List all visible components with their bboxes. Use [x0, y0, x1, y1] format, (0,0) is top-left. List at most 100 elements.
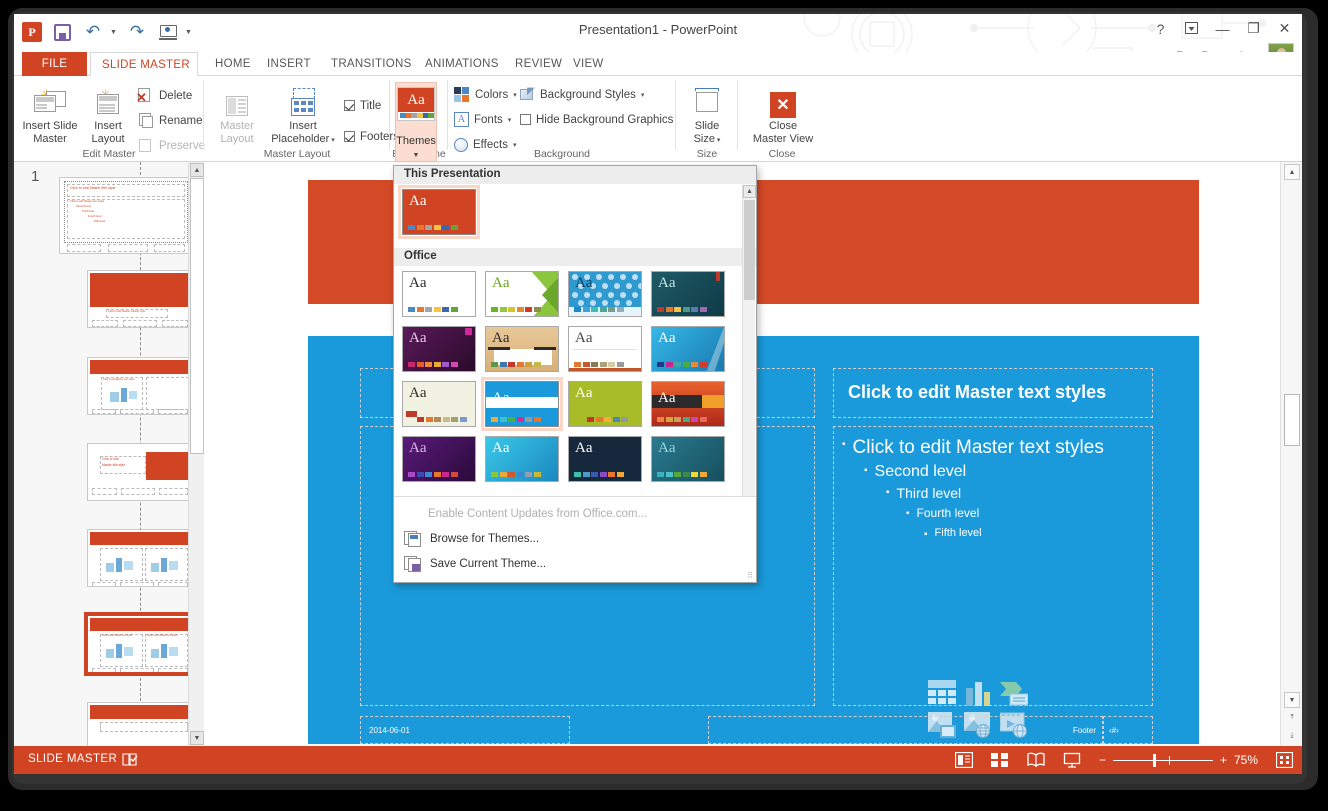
theme-thumb-wisp[interactable]: Aa — [651, 271, 725, 317]
zoom-slider[interactable] — [1112, 753, 1213, 767]
theme-thumb-current[interactable]: Aa — [398, 185, 480, 239]
customize-quick-access-toolbar-icon[interactable]: ▼ — [185, 29, 192, 36]
scroll-up-button[interactable]: ▲ — [1284, 164, 1300, 180]
theme-thumb-mesh[interactable]: Aa — [481, 377, 563, 431]
normal-view-button[interactable] — [954, 751, 974, 769]
tab-insert[interactable]: INSERT — [256, 52, 322, 76]
theme-thumb-office[interactable]: Aa — [402, 271, 476, 317]
tab-file[interactable]: FILE — [22, 52, 87, 76]
save-icon[interactable] — [51, 21, 73, 43]
themes-button[interactable]: Aa Themes ▼ — [395, 82, 437, 162]
undo-dropdown-icon[interactable]: ▼ — [110, 29, 117, 36]
thumbnail-scroll-down-button[interactable]: ▼ — [190, 731, 204, 745]
account-dropdown-icon[interactable]: ▾ — [1258, 52, 1262, 53]
proofing-icon[interactable] — [122, 752, 138, 767]
slide-master-thumb[interactable]: Click to edit Master title style Click t… — [59, 177, 191, 254]
minimize-button[interactable]: — — [1215, 21, 1230, 37]
theme-thumb-metropolitan[interactable]: Aa — [568, 381, 642, 427]
delete-button[interactable]: ✕ Delete — [136, 85, 192, 106]
ribbon-display-options-button[interactable] — [1184, 21, 1199, 37]
close-master-view-button[interactable]: ✕ Close Master View — [748, 82, 818, 145]
theme-thumb-savon[interactable]: Aa — [485, 436, 559, 482]
tab-animations[interactable]: ANIMATIONS — [414, 52, 510, 76]
undo-icon[interactable]: ↶ — [82, 21, 104, 43]
theme-thumb-slice[interactable]: Aa — [568, 436, 642, 482]
thumbnail-scroll-up-button[interactable]: ▲ — [190, 163, 204, 177]
layout-title-and-content-thumb[interactable]: Click to edit Master text styles — [87, 357, 191, 415]
zoom-out-button[interactable]: − — [1099, 753, 1106, 767]
footer-date-placeholder[interactable]: 2014-06-01 — [360, 716, 570, 744]
theme-thumb-parallax[interactable]: Aa — [651, 381, 725, 427]
scroll-down-button[interactable]: ▼ — [1284, 692, 1300, 708]
layout-section-header-thumb[interactable]: Click to edit Master title style — [87, 443, 191, 501]
previous-slide-button[interactable]: ⤒ — [1284, 710, 1300, 726]
zoom-control[interactable]: − + 75% — [1099, 753, 1258, 767]
footers-checkbox-box[interactable] — [344, 131, 355, 142]
restore-button[interactable]: ❐ — [1246, 20, 1261, 37]
layout-title-only-thumb[interactable] — [87, 702, 191, 746]
slide-vertical-scrollbar[interactable]: ▲ ▼ ⤒ ⤓ — [1280, 162, 1302, 746]
slideshow-button[interactable] — [1063, 752, 1081, 768]
zoom-slider-handle[interactable] — [1152, 753, 1156, 767]
hide-background-graphics-box[interactable] — [520, 114, 531, 125]
footer-slide-number-placeholder[interactable]: ‹#› — [1103, 716, 1153, 744]
save-current-theme-item[interactable]: Save Current Theme... — [394, 551, 756, 576]
theme-thumb-quotable[interactable]: Aa — [402, 436, 476, 482]
title-checkbox-box[interactable] — [344, 100, 355, 111]
theme-thumb-vapor-trail[interactable]: Aa — [651, 436, 725, 482]
close-button[interactable]: ✕ — [1277, 20, 1292, 37]
themes-scroll-thumb[interactable] — [744, 200, 755, 300]
themes-dropdown-arrow-icon[interactable]: ▼ — [396, 152, 436, 159]
layout-title-slide-thumb[interactable]: Click to edit Master subtitle style — [87, 270, 191, 328]
insert-slide-master-button[interactable]: ✳ Insert SlideMaster — [20, 82, 80, 145]
footer-text-placeholder[interactable]: Footer — [708, 716, 1103, 744]
account-area[interactable]: Ron Bergquist ▾ — [1176, 43, 1294, 52]
avatar[interactable] — [1268, 43, 1294, 52]
reading-view-button[interactable] — [1027, 752, 1045, 768]
insert-layout-button[interactable]: ✳ InsertLayout — [82, 82, 134, 145]
thumbnail-scrollbar[interactable]: ▲ ▼ — [188, 162, 204, 746]
themes-scroll-up-button[interactable]: ▲ — [743, 185, 756, 198]
start-from-beginning-icon[interactable] — [157, 21, 179, 43]
tab-view[interactable]: VIEW — [562, 52, 615, 76]
layout-two-content-thumb[interactable] — [87, 529, 191, 587]
quick-access-toolbar[interactable]: P ↶ ▼ ↷ ▼ — [22, 19, 192, 45]
slide-thumbnail-pane[interactable]: 1 Click to edit Master title style Click… — [14, 162, 204, 746]
theme-thumb-ion-boardroom[interactable]: Aa — [568, 271, 642, 317]
theme-thumb-celestial[interactable]: Aa — [485, 326, 559, 372]
theme-thumb-berlin[interactable]: Aa — [402, 326, 476, 372]
fit-slide-to-window-icon[interactable] — [1275, 751, 1294, 769]
theme-thumb-droplet[interactable]: Aa — [651, 326, 725, 372]
title-checkbox[interactable]: Title — [344, 95, 381, 116]
zoom-in-button[interactable]: + — [1220, 753, 1227, 767]
insert-chart-icon[interactable] — [964, 680, 992, 706]
slide-sorter-button[interactable] — [990, 752, 1009, 768]
master-body-placeholder[interactable]: ▪ Click to edit Master text styles ▪ Sec… — [833, 426, 1153, 706]
insert-table-icon[interactable] — [928, 680, 956, 706]
master-title-placeholder[interactable]: Click to edit Master text styles — [833, 368, 1153, 418]
tab-transitions[interactable]: TRANSITIONS — [320, 52, 423, 76]
rename-button[interactable]: Rename — [138, 110, 202, 131]
redo-icon[interactable]: ↷ — [126, 21, 148, 43]
theme-thumb-depth[interactable]: Aa — [568, 326, 642, 372]
hide-background-graphics-checkbox[interactable]: Hide Background Graphics — [520, 109, 673, 130]
slide-size-button[interactable]: Slide Size ▾ — [677, 82, 737, 147]
themes-gallery-scrollbar[interactable]: ▲ ▼ — [742, 185, 756, 515]
scroll-thumb[interactable] — [1284, 394, 1300, 446]
resize-grip-icon[interactable]: ⠿ — [747, 571, 753, 580]
layout-comparison-thumb[interactable]: Click to edit Master text styles Click t… — [84, 612, 194, 676]
help-button[interactable]: ? — [1153, 21, 1168, 37]
colors-button[interactable]: Colors ▾ — [454, 84, 517, 105]
insert-smartart-icon[interactable] — [1000, 680, 1029, 706]
browse-for-themes-item[interactable]: Browse for Themes... — [394, 526, 756, 551]
next-slide-button[interactable]: ⤓ — [1284, 728, 1300, 744]
background-styles-button[interactable]: ◤ Background Styles ▾ — [520, 84, 644, 105]
tab-slide-master[interactable]: SLIDE MASTER — [90, 52, 198, 76]
fonts-button[interactable]: A Fonts ▾ — [454, 109, 511, 130]
insert-placeholder-button[interactable]: Insert Placeholder ▾ — [266, 82, 340, 147]
theme-thumb-frame[interactable]: Aa — [402, 381, 476, 427]
theme-thumb-facet[interactable]: Aa — [485, 271, 559, 317]
tab-home[interactable]: HOME — [204, 52, 262, 76]
themes-dropdown-menu[interactable]: This Presentation Aa Office Aa Aa Aa Aa … — [393, 165, 757, 583]
thumbnail-scroll-thumb[interactable] — [190, 178, 204, 454]
